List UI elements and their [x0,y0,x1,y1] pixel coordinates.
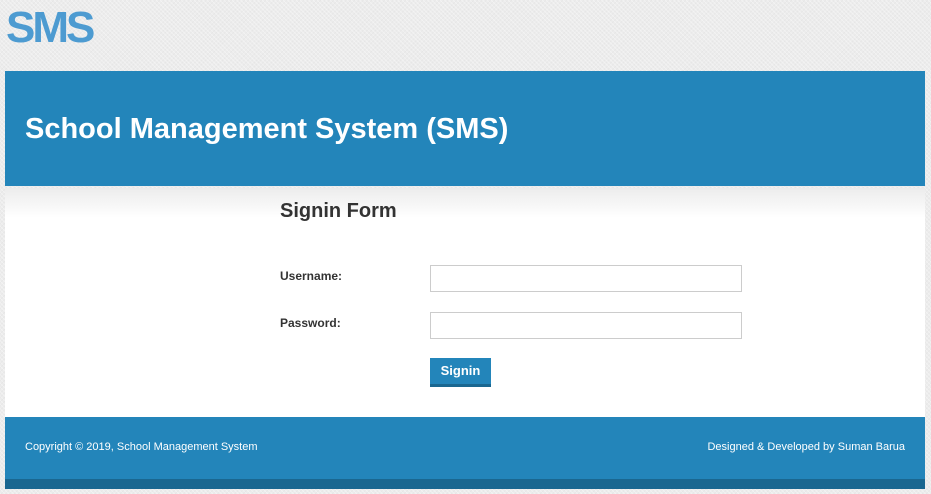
panel-shade [5,188,925,218]
form-title: Signin Form [280,200,397,222]
footer: Copyright © 2019, School Management Syst… [5,417,925,479]
signin-panel: Signin Form Username: Password: Signin [5,188,925,417]
footer-bottom-bar [5,479,925,489]
page-title: School Management System (SMS) [25,113,509,145]
signin-button[interactable]: Signin [430,358,491,387]
copyright-text: Copyright © 2019, School Management Syst… [25,441,258,453]
credit-text: Designed & Developed by Suman Barua [707,441,905,453]
username-label: Username: [280,269,343,283]
username-input[interactable] [430,265,742,292]
sms-logo: SMS [6,3,95,52]
password-label: Password: [280,316,341,330]
header-banner: School Management System (SMS) [5,71,925,186]
password-input[interactable] [430,312,742,339]
